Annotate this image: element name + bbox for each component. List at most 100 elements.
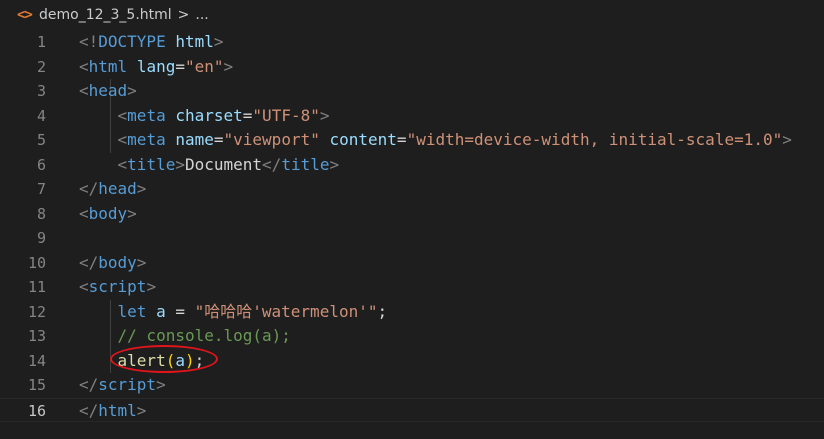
code-line[interactable]: 11 <script> — [0, 275, 824, 300]
line-number: 2 — [36, 57, 46, 76]
token-str: "UTF-8" — [252, 105, 320, 125]
token-tag: meta — [127, 105, 166, 125]
code-line[interactable]: 6 <title>Document</title> — [0, 153, 824, 178]
token-attr: content — [329, 130, 397, 149]
token-tag: head — [88, 81, 128, 100]
code-line[interactable]: 15 </script> — [0, 373, 824, 398]
breadcrumb-trail[interactable]: ... — [195, 7, 208, 23]
token-punct: < — [117, 154, 128, 174]
token-str: "viewport" — [223, 130, 320, 149]
code-line[interactable]: 12 let a = "哈哈哈'watermelon'"; — [0, 300, 824, 325]
line-content: </head> — [79, 177, 146, 202]
token-attr: charset — [175, 105, 243, 125]
token-punct: > — [319, 105, 330, 125]
line-number: 16 — [27, 401, 46, 420]
token-punct: > — [127, 203, 137, 223]
line-number: 10 — [27, 253, 46, 272]
breadcrumb-filename[interactable]: demo_12_3_5.html — [39, 7, 172, 23]
code-line[interactable]: 7 </head> — [0, 177, 824, 202]
token-attr: lang — [136, 56, 176, 76]
token-tag: html — [88, 56, 128, 76]
code-line[interactable]: 16 </html> — [0, 397, 824, 424]
line-content: <html lang="en"> — [79, 55, 233, 80]
token-punct: < — [79, 203, 89, 223]
token-punct: > — [223, 56, 234, 76]
line-content: <!DOCTYPE html> — [79, 30, 224, 55]
token-tag: body — [98, 252, 137, 272]
line-content: alert(a); — [79, 349, 205, 374]
line-number: 13 — [27, 327, 46, 345]
token-punct: < — [79, 56, 89, 76]
token-fn: alert — [117, 350, 166, 370]
token-text: = — [175, 56, 185, 76]
token-str: "en" — [184, 56, 224, 76]
line-number: 11 — [27, 278, 46, 296]
token-text: ; — [194, 350, 205, 370]
line-number: 15 — [27, 376, 46, 394]
token-punct: > — [156, 375, 166, 394]
token-text: Document — [184, 154, 263, 174]
token-op: = — [165, 301, 195, 321]
token-text: ; — [377, 301, 388, 321]
token-tag: body — [88, 203, 128, 223]
code-line[interactable]: 5 <meta name="viewport" content="width=d… — [0, 128, 824, 153]
line-number: 1 — [36, 33, 46, 51]
token-tag: DOCTYPE — [98, 32, 166, 51]
code-line[interactable]: 3 <head> — [0, 79, 824, 104]
token-punct: < — [79, 277, 89, 296]
html-file-icon: <> — [17, 7, 33, 23]
line-content: <script> — [79, 275, 156, 300]
token-attr: html — [175, 32, 214, 51]
token-tag: meta — [127, 130, 166, 149]
token-punct: > — [213, 32, 224, 51]
token-kw: let — [117, 301, 147, 321]
code-line[interactable]: 1 <!DOCTYPE html> — [0, 30, 824, 55]
chevron-right-icon: > — [177, 7, 190, 23]
line-number: 9 — [36, 229, 46, 247]
line-number: 8 — [36, 204, 46, 223]
token-text: = — [242, 105, 253, 125]
code-editor[interactable]: <> demo_12_3_5.html > ... 1 <!DOCTYPE htm… — [0, 0, 824, 439]
line-number: 3 — [36, 82, 46, 100]
token-punct: > — [136, 400, 147, 420]
code-line[interactable]: 8 <body> — [0, 202, 824, 227]
token-punct: > — [127, 81, 137, 100]
line-number: 4 — [36, 106, 46, 125]
line-content: </body> — [79, 251, 146, 276]
line-content: let a = "哈哈哈'watermelon'"; — [79, 300, 388, 325]
code-line[interactable]: 14 alert(a); — [0, 349, 824, 374]
token-punct: > — [146, 277, 157, 296]
token-punct: </ — [79, 400, 99, 420]
token-punct: <! — [79, 32, 99, 51]
token-punct: < — [117, 130, 128, 149]
code-line[interactable]: 13 // console.log(a); — [0, 324, 824, 349]
breadcrumb: <> demo_12_3_5.html > ... — [0, 0, 824, 30]
line-content: <head> — [79, 79, 137, 104]
code-area[interactable]: 1 <!DOCTYPE html> 2 <html lang="en"> 3 <head>… — [0, 30, 824, 422]
code-line[interactable]: 4 <meta charset="UTF-8"> — [0, 104, 824, 129]
code-line[interactable]: 9 — [0, 226, 824, 251]
code-line[interactable]: 10 </body> — [0, 251, 824, 276]
token-tag: title — [281, 154, 330, 174]
line-number: 6 — [36, 155, 46, 174]
token-tag: script — [88, 277, 147, 296]
token-tag: script — [98, 375, 157, 394]
token-punct: > — [136, 179, 147, 198]
line-content: <title>Document</title> — [79, 153, 340, 178]
token-str: "哈哈哈'watermelon'" — [194, 301, 378, 321]
code-line[interactable]: 2 <html lang="en"> — [0, 55, 824, 80]
token-text: = — [213, 130, 224, 149]
line-content: </html> — [79, 399, 146, 424]
token-tag: title — [127, 154, 176, 174]
token-attr: name — [175, 130, 214, 149]
token-tag: html — [98, 400, 137, 420]
